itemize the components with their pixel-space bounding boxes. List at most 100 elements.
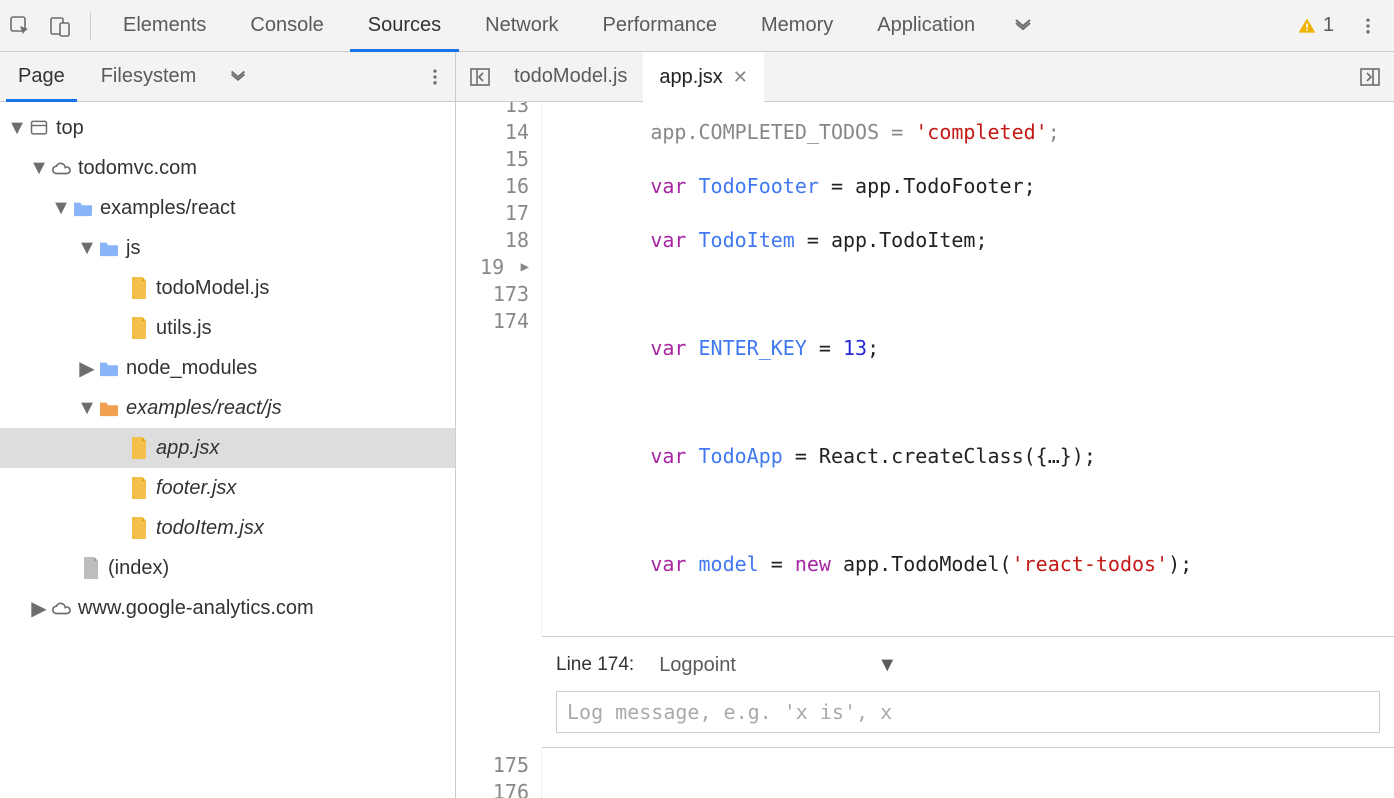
tree-label: todoModel.js bbox=[152, 277, 269, 300]
tree-label: www.google-analytics.com bbox=[74, 597, 314, 620]
code-block-bottom: 175 176 177 178 179 180 181 182 183 184 … bbox=[456, 748, 1394, 798]
cloud-icon bbox=[48, 159, 74, 177]
tree-folder-sourcemapped[interactable]: ▼ examples/react/js bbox=[0, 388, 455, 428]
tree-file-todoitem-jsx[interactable]: todoItem.jsx bbox=[0, 508, 455, 548]
js-file-icon bbox=[126, 437, 152, 459]
navigator-kebab-icon[interactable] bbox=[415, 67, 455, 87]
logpoint-line-label: Line 174: bbox=[556, 654, 634, 676]
code-content[interactable]: app.COMPLETED_TODOS = 'completed'; var T… bbox=[542, 102, 1394, 636]
show-debugger-icon[interactable] bbox=[1352, 59, 1388, 95]
js-file-icon bbox=[126, 277, 152, 299]
logpoint-header: Line 174: Logpoint ▼ bbox=[556, 647, 1380, 683]
tree-folder-examples-react[interactable]: ▼ examples/react bbox=[0, 188, 455, 228]
tree-label: todoItem.jsx bbox=[152, 517, 264, 540]
panel-tabs: Elements Console Sources Network Perform… bbox=[101, 0, 1287, 52]
tree-label: app.jsx bbox=[152, 437, 219, 460]
code-block-top: 13 14 15 16 17 18 19 ▶ 173 174 app.COMPL… bbox=[456, 102, 1394, 636]
frame-icon bbox=[26, 118, 52, 138]
logpoint-panel: Line 174: Logpoint ▼ bbox=[542, 636, 1394, 748]
navigator-tabs-overflow-icon[interactable] bbox=[220, 66, 256, 88]
kebab-menu-icon[interactable] bbox=[1348, 0, 1388, 52]
line-number[interactable]: 173 bbox=[456, 281, 529, 308]
fold-icon[interactable]: ▶ bbox=[512, 254, 529, 281]
tree-file-app-jsx[interactable]: app.jsx bbox=[0, 428, 455, 468]
js-file-icon bbox=[126, 477, 152, 499]
line-number[interactable]: 15 bbox=[456, 146, 529, 173]
disclosure-right-icon: ▶ bbox=[30, 596, 48, 621]
js-file-icon bbox=[126, 317, 152, 339]
code-scroll[interactable]: 13 14 15 16 17 18 19 ▶ 173 174 app.COMPL… bbox=[456, 102, 1394, 798]
tree-file-utils[interactable]: utils.js bbox=[0, 308, 455, 348]
warnings-indicator[interactable]: 1 bbox=[1287, 14, 1344, 37]
folder-sourcemap-icon bbox=[96, 399, 122, 417]
folder-icon bbox=[96, 359, 122, 377]
tab-console[interactable]: Console bbox=[228, 0, 345, 52]
line-number[interactable]: 174 bbox=[456, 308, 529, 335]
tree-label: footer.jsx bbox=[152, 477, 236, 500]
gutter[interactable]: 175 176 177 178 179 180 181 182 183 184 … bbox=[456, 748, 542, 798]
navigator-tab-filesystem[interactable]: Filesystem bbox=[83, 52, 215, 102]
cloud-icon bbox=[48, 599, 74, 617]
tree-folder-js[interactable]: ▼ js bbox=[0, 228, 455, 268]
editor-column: todoModel.js app.jsx ✕ 13 14 15 16 17 18 bbox=[456, 52, 1394, 798]
tab-application[interactable]: Application bbox=[855, 0, 997, 52]
tab-elements[interactable]: Elements bbox=[101, 0, 228, 52]
js-file-icon bbox=[126, 517, 152, 539]
tree-label: top bbox=[52, 117, 84, 140]
breakpoint-type-value: Logpoint bbox=[659, 654, 736, 677]
editor-tabstrip: todoModel.js app.jsx ✕ bbox=[456, 52, 1394, 102]
code-content[interactable]: function render() { React.render( <TodoA… bbox=[542, 748, 1394, 798]
tree-domain-ga[interactable]: ▶ www.google-analytics.com bbox=[0, 588, 455, 628]
editor-tab-todomodel[interactable]: todoModel.js bbox=[498, 52, 643, 102]
line-number[interactable]: 175 bbox=[456, 752, 529, 779]
tree-domain-todomvc[interactable]: ▼ todomvc.com bbox=[0, 148, 455, 188]
disclosure-right-icon: ▶ bbox=[78, 356, 96, 381]
navigator-sidebar: Page Filesystem ▼ top ▼ bbox=[0, 52, 456, 798]
tree-file-footer-jsx[interactable]: footer.jsx bbox=[0, 468, 455, 508]
tab-memory[interactable]: Memory bbox=[739, 0, 855, 52]
line-number[interactable]: 16 bbox=[456, 173, 529, 200]
chevron-down-icon: ▼ bbox=[877, 654, 897, 677]
tree-label: examples/react/js bbox=[122, 397, 282, 420]
tab-network[interactable]: Network bbox=[463, 0, 580, 52]
editor-tab-label: app.jsx bbox=[659, 66, 722, 89]
navigator-tabs: Page Filesystem bbox=[0, 52, 455, 102]
disclosure-down-icon: ▼ bbox=[52, 197, 70, 220]
tree-label: js bbox=[122, 237, 140, 260]
devtools-toolbar: Elements Console Sources Network Perform… bbox=[0, 0, 1394, 52]
editor-tab-app-jsx[interactable]: app.jsx ✕ bbox=[643, 52, 763, 102]
tree-frame-top[interactable]: ▼ top bbox=[0, 108, 455, 148]
line-number[interactable]: 13 bbox=[456, 102, 529, 119]
inspect-element-icon[interactable] bbox=[0, 0, 40, 52]
device-toolbar-icon[interactable] bbox=[40, 0, 80, 52]
tree-label: examples/react bbox=[96, 197, 236, 220]
breakpoint-type-select[interactable]: Logpoint ▼ bbox=[648, 647, 908, 683]
tree-label: (index) bbox=[104, 557, 169, 580]
line-number[interactable]: 176 bbox=[456, 779, 529, 798]
editor-tab-label: todoModel.js bbox=[514, 65, 627, 88]
disclosure-down-icon: ▼ bbox=[8, 117, 26, 140]
tree-folder-node-modules[interactable]: ▶ node_modules bbox=[0, 348, 455, 388]
tree-label: utils.js bbox=[152, 317, 212, 340]
tree-file-todomodel[interactable]: todoModel.js bbox=[0, 268, 455, 308]
tree-file-index[interactable]: (index) bbox=[0, 548, 455, 588]
disclosure-down-icon: ▼ bbox=[78, 397, 96, 420]
folder-icon bbox=[96, 239, 122, 257]
show-navigator-icon[interactable] bbox=[462, 59, 498, 95]
navigator-tab-page[interactable]: Page bbox=[0, 52, 83, 102]
tab-sources[interactable]: Sources bbox=[346, 0, 463, 52]
toolbar-right: 1 bbox=[1287, 0, 1394, 52]
folder-icon bbox=[70, 199, 96, 217]
line-number[interactable]: 14 bbox=[456, 119, 529, 146]
line-number[interactable]: 19 ▶ bbox=[456, 254, 529, 281]
file-tree: ▼ top ▼ todomvc.com ▼ exa bbox=[0, 102, 455, 634]
close-tab-icon[interactable]: ✕ bbox=[733, 67, 748, 88]
line-number[interactable]: 18 bbox=[456, 227, 529, 254]
line-number[interactable]: 17 bbox=[456, 200, 529, 227]
separator bbox=[90, 12, 91, 40]
disclosure-down-icon: ▼ bbox=[78, 237, 96, 260]
tab-performance[interactable]: Performance bbox=[581, 0, 740, 52]
logpoint-expression-input[interactable] bbox=[556, 691, 1380, 733]
tabs-overflow-icon[interactable] bbox=[997, 0, 1049, 52]
gutter[interactable]: 13 14 15 16 17 18 19 ▶ 173 174 bbox=[456, 102, 542, 636]
